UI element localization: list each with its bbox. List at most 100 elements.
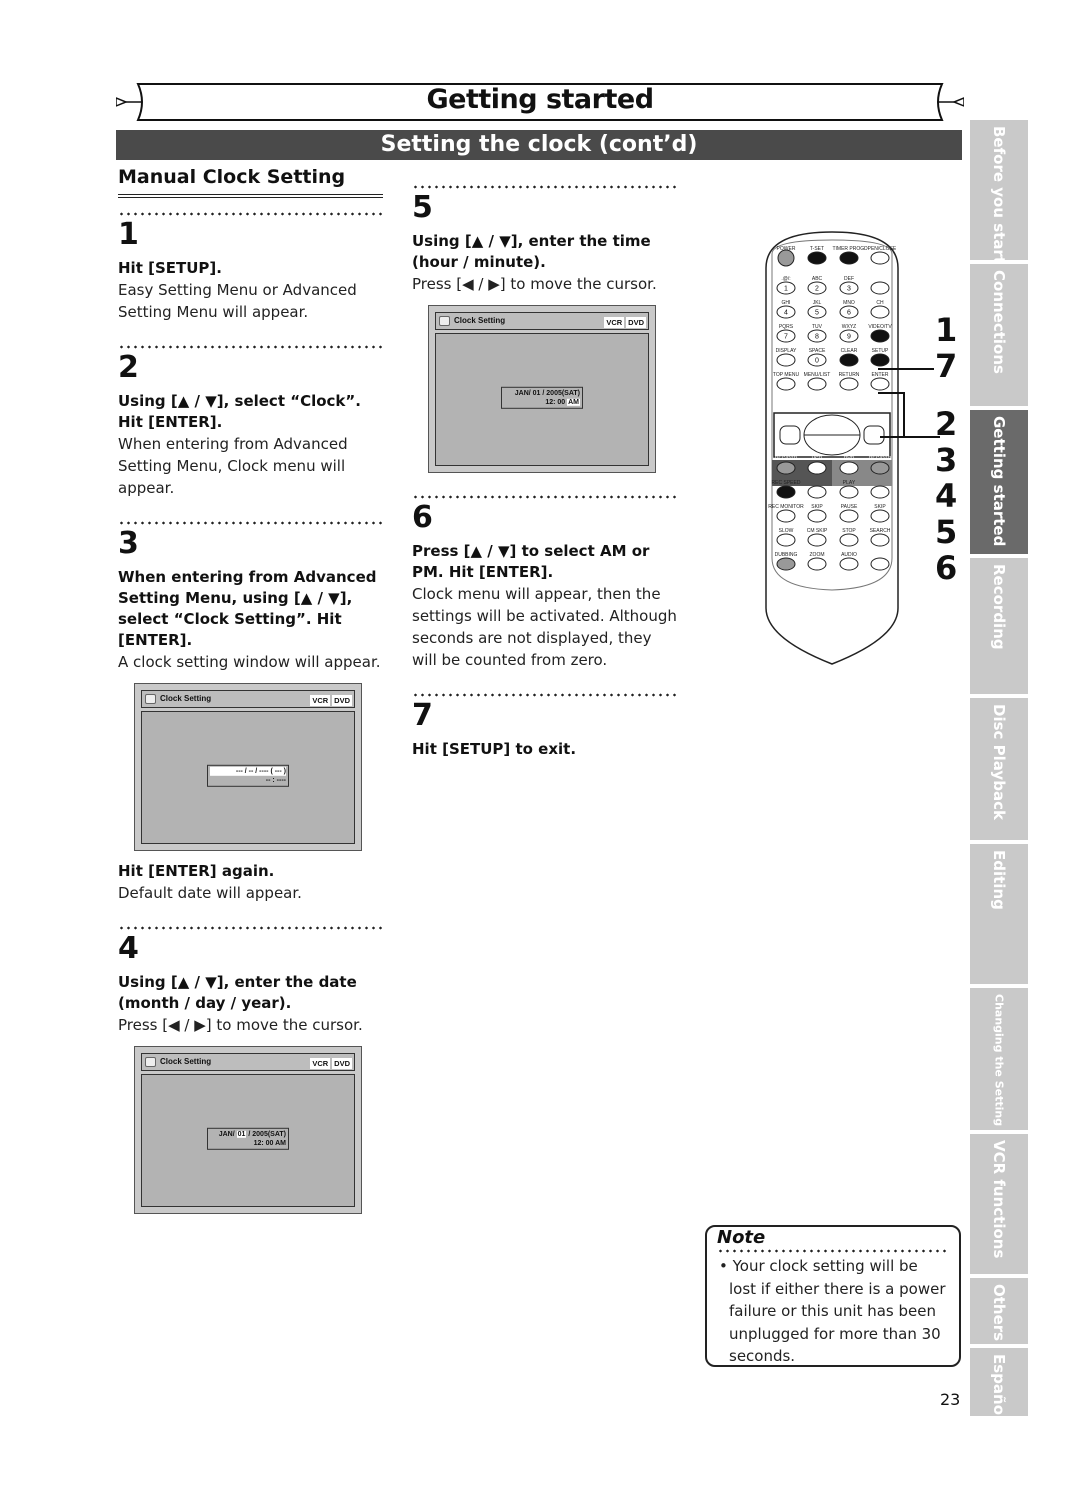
chapter-tab[interactable]: Disc Playback [970,698,1028,840]
remote-button [870,281,890,295]
callout-lines [878,368,934,438]
button-label: SKIP [874,504,886,510]
cursor-highlight: 01 [236,1130,247,1138]
remote-button [870,533,890,547]
callout-number: 4 [935,477,958,515]
dotted-divider [118,521,383,525]
remote-button [870,305,890,319]
button-label: PQRS [779,324,794,330]
digit-label: 3 [847,286,851,293]
section-title: Setting the clock (cont’d) [116,130,962,160]
chapter-tabs: Before you start Connections Getting start… [970,120,1028,1420]
step-instruction: Using [▲ / ▼], select “Clock”. Hit [ENTE… [118,392,361,431]
chapter-tab[interactable]: VCR functions [970,1134,1028,1274]
button-label: STOP [842,528,856,534]
clock-entry-box: JAN/ 01 / 2005(SAT) 12: 00 AM [207,1127,289,1150]
button-label: DISPLAY [776,348,797,354]
note-box: Note • Your clock setting will be lost i… [705,1225,961,1367]
button-label: SKIP [811,504,823,510]
button-label: ZOOM [810,552,825,558]
chapter-tab-label: Disc Playback [990,704,1008,820]
callout-line-2 [880,436,940,438]
button-label: ABC [812,276,823,282]
callout-number: 3 [935,441,958,479]
callout-number: 1 [935,311,958,349]
digit-label: 0 [815,358,819,365]
button-label: PAUSE [841,504,858,510]
chapter-tab[interactable]: Español [970,1348,1028,1416]
callout-number: 7 [935,347,958,385]
remote-button [776,557,796,571]
clock-setting-icon [439,316,450,326]
chapter-tab[interactable]: Others [970,1278,1028,1344]
chapter-tab[interactable]: Connections [970,264,1028,406]
chapter-tab[interactable]: Getting started [970,410,1028,554]
remote-button [870,557,890,571]
step-description: Press [◀ / ▶] to move the cursor. [412,275,657,293]
step-description: Press [◀ / ▶] to move the cursor. [118,1016,363,1034]
step-number: 7 [412,698,433,733]
remote-button [839,533,859,547]
button-label: DEF [844,276,854,282]
dotted-divider [118,926,383,930]
mode-tag: DVD [332,695,352,706]
date-line: JAN/ 01 / 2005(SAT) [514,389,580,397]
left-arrow-button [779,425,801,445]
button-label: RETURN [839,372,860,378]
button-label: SETUP [872,348,889,354]
step-instruction: Hit [SETUP]. [118,259,222,277]
button-label: WXYZ [842,324,856,330]
remote-button [807,461,827,475]
remote-button [807,509,827,523]
remote-button [807,377,827,391]
step-number: 5 [412,190,433,225]
button-label: TUV [812,324,823,330]
button-label: REC MONITOR [768,504,804,510]
chapter-tab[interactable]: Editing [970,844,1028,984]
digit-label: 1 [784,286,788,293]
digit-label: 8 [815,334,819,341]
remote-button [776,485,796,499]
osd-mode-tags: VCR DVD [602,315,646,331]
date-line: --- / -- / ---- ( --- ) [210,766,286,776]
remote-button [839,377,859,391]
osd-title-text: Clock Setting [454,316,506,325]
remote-button [839,557,859,571]
chapter-tab-label: Before you start [990,126,1008,260]
remote-button [807,485,827,499]
page-number: 23 [940,1390,961,1409]
chapter-tab[interactable]: Changing the Setting menu [970,988,1028,1130]
mode-tag: VCR [310,695,331,706]
dotted-divider [717,1249,949,1253]
chapter-tab[interactable]: Before you start [970,120,1028,260]
button-label: SLOW [779,528,794,534]
note-heading: Note [717,1227,766,1248]
subheading: Manual Clock Setting [118,166,383,198]
step-instruction: Press [▲ / ▼] to select AM or PM. Hit [E… [412,542,650,581]
remote-button [839,485,859,499]
chapter-tab-label: Recording [990,564,1008,650]
button-label: JKL [813,300,822,306]
remote-button [776,353,796,367]
button-label: GHI [782,300,791,306]
button-label: DUBBING [775,552,798,558]
chapter-tab-label: Changing the Setting menu [992,994,1006,1130]
middle-column: 5 Using [▲ / ▼], enter the time (hour / … [412,185,677,760]
mode-tag: DVD [626,317,646,328]
button-label: TIMER PROG. [832,246,865,252]
step-number: 6 [412,500,433,535]
step-description: When entering from Advanced Setting Menu… [118,435,348,497]
digit-label: 4 [784,310,788,317]
step-description: Default date will appear. [118,884,302,902]
step-instruction: Using [▲ / ▼], enter the time (hour / mi… [412,232,651,271]
dotted-divider [412,185,677,189]
chapter-tab[interactable]: Recording [970,558,1028,694]
button-label: MNO [843,300,855,306]
dotted-divider [118,345,383,349]
remote-button [839,509,859,523]
step-description: A clock setting window will appear. [118,653,381,671]
digit-label: 6 [847,310,851,317]
chapter-tab-label: Getting started [990,416,1008,547]
cursor-highlight: AM [567,398,580,406]
osd-title-text: Clock Setting [160,1057,212,1066]
